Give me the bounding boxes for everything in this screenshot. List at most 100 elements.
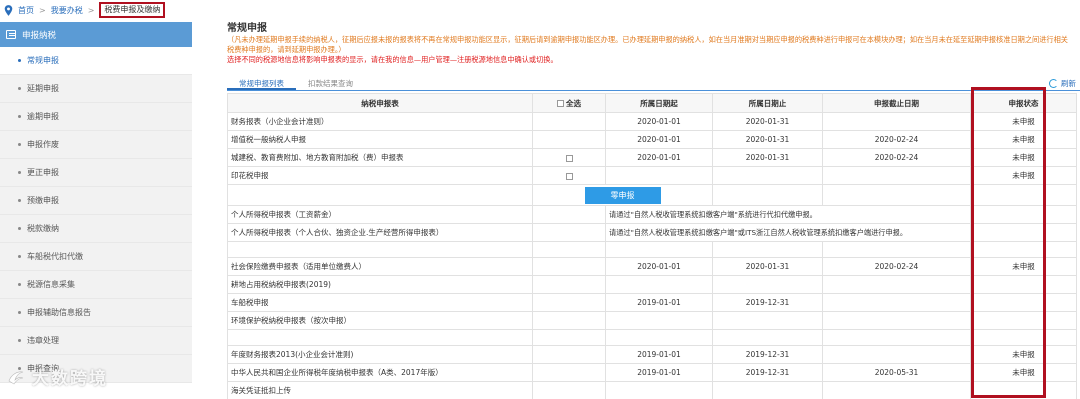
sidebar-header[interactable]: 申报纳税	[0, 22, 192, 47]
status-cell: 未申报	[970, 363, 1077, 382]
date-from	[605, 381, 713, 399]
table-row[interactable]: 印花税申报 未申报	[227, 166, 1077, 185]
breadcrumb-mine[interactable]: 我要办税	[51, 5, 83, 16]
date-from	[605, 311, 713, 330]
form-name[interactable]: 增值税一般纳税人申报	[227, 130, 533, 149]
location-pin-icon	[4, 4, 13, 16]
empty-cell	[605, 329, 713, 346]
empty-cell	[970, 223, 1077, 242]
row-checkbox[interactable]	[565, 172, 573, 180]
sidebar-item-correction-filing[interactable]: 更正申报	[0, 159, 192, 187]
table-row[interactable]: 个人所得税申报表（工资薪金） 请通过"自然人税收管理系统扣缴客户端"系统进行代扣…	[227, 205, 1077, 224]
bullet-icon	[18, 87, 21, 90]
table-row[interactable]: 中华人民共和国企业所得税年度纳税申报表（A类、2017年版） 2019-01-0…	[227, 363, 1077, 382]
watermark-text: 大数跨境	[32, 369, 108, 389]
bullet-icon	[18, 227, 21, 230]
form-name[interactable]: 财务报表（小企业会计准则）	[227, 112, 533, 131]
form-name[interactable]: 个人所得税申报表（个人合伙、独资企业.生产经营所得申报表）	[227, 223, 533, 242]
date-from: 2019-01-01	[605, 363, 713, 382]
sidebar-item-vehicle-tax[interactable]: 车船税代扣代缴	[0, 243, 192, 271]
table-row[interactable]: 海关凭证抵扣上传	[227, 381, 1077, 399]
form-name[interactable]: 个人所得税申报表（工资薪金）	[227, 205, 533, 224]
breadcrumb-home[interactable]: 首页	[18, 5, 34, 16]
date-from	[605, 275, 713, 294]
status-cell	[970, 293, 1077, 312]
table-row[interactable]: 增值税一般纳税人申报 2020-01-01 2020-01-31 2020-02…	[227, 130, 1077, 149]
bullet-icon	[18, 171, 21, 174]
sidebar-item-label: 申报作废	[27, 140, 59, 149]
tab-deduction-query[interactable]: 扣款结果查询	[296, 78, 365, 90]
date-to	[712, 275, 823, 294]
filing-table: 纳税申报表 全选 所属日期起 所属日期止 申报截止日期 申报状态 财务报表（小企…	[227, 93, 1077, 399]
status-cell: 未申报	[970, 166, 1077, 185]
row-checkbox[interactable]	[565, 154, 573, 162]
breadcrumb-separator: >	[39, 5, 46, 15]
sidebar-item-extended-filing[interactable]: 延期申报	[0, 75, 192, 103]
empty-cell	[532, 293, 606, 312]
date-to	[712, 381, 823, 399]
table-row[interactable]: 耕地占用税纳税申报表(2019)	[227, 275, 1077, 294]
empty-cell	[532, 311, 606, 330]
main-content: 常规申报 （凡未办理延期申报手续的纳税人，征期后应报未报的报表将不再在常规申报功…	[227, 22, 1080, 399]
form-name[interactable]: 印花税申报	[227, 166, 533, 185]
sidebar-item-violation[interactable]: 违章处理	[0, 327, 192, 355]
bullet-icon	[18, 255, 21, 258]
date-from: 2020-01-01	[605, 257, 713, 276]
sidebar-item-label: 预缴申报	[27, 196, 59, 205]
col-header-to: 所属日期止	[712, 93, 823, 113]
deadline	[822, 112, 971, 131]
notice-warning: 选择不同的税源地信息将影响申报表的显示，请在我的信息—用户管理—注册税源地信息中…	[227, 55, 558, 64]
bullet-icon	[18, 143, 21, 146]
deadline: 2020-02-24	[822, 130, 971, 149]
table-row[interactable]: 个人所得税申报表（个人合伙、独资企业.生产经营所得申报表） 请通过"自然人税收管…	[227, 223, 1077, 242]
refresh-button[interactable]: 刷新	[1049, 78, 1076, 89]
col-header-select-all[interactable]: 全选	[532, 93, 606, 113]
empty-cell	[970, 184, 1077, 206]
sidebar-item-tax-payment[interactable]: 税款缴纳	[0, 215, 192, 243]
bullet-icon	[18, 283, 21, 286]
zero-filing-button[interactable]: 零申报	[584, 186, 661, 204]
date-from: 2020-01-01	[605, 112, 713, 131]
list-icon	[6, 30, 16, 39]
table-row[interactable]: 年度财务报表2013(小企业会计准则) 2019-01-01 2019-12-3…	[227, 345, 1077, 364]
row-note: 请通过"自然人税收管理系统扣缴客户端"系统进行代扣代缴申报。	[605, 205, 971, 224]
form-name[interactable]: 城建税、教育费附加、地方教育附加税（费）申报表	[227, 148, 533, 167]
sidebar-item-tax-source[interactable]: 税源信息采集	[0, 271, 192, 299]
status-cell	[970, 275, 1077, 294]
table-row[interactable]: 车船税申报 2019-01-01 2019-12-31	[227, 293, 1077, 312]
sidebar: 申报纳税 常规申报 延期申报 逾期申报 申报作废 更正申报 预缴申报 税款缴纳 …	[0, 22, 192, 399]
table-row[interactable]: 城建税、教育费附加、地方教育附加税（费）申报表 2020-01-01 2020-…	[227, 148, 1077, 167]
breadcrumb: 首页 > 我要办税 > 税费申报及缴纳	[4, 2, 166, 18]
form-name[interactable]: 车船税申报	[227, 293, 533, 312]
bullet-icon	[18, 59, 21, 62]
form-name[interactable]: 中华人民共和国企业所得税年度纳税申报表（A类、2017年版）	[227, 363, 533, 382]
form-name[interactable]: 海关凭证抵扣上传	[227, 381, 533, 399]
checkbox-cell	[532, 130, 606, 149]
empty-cell	[712, 184, 823, 206]
sidebar-item-aux-report[interactable]: 申报辅助信息报告	[0, 299, 192, 327]
empty-cell	[970, 329, 1077, 346]
bullet-icon	[18, 311, 21, 314]
sidebar-item-void-filing[interactable]: 申报作废	[0, 131, 192, 159]
table-row[interactable]: 环境保护税纳税申报表（按次申报）	[227, 311, 1077, 330]
sidebar-item-label: 车船税代扣代缴	[27, 252, 83, 261]
table-row[interactable]: 财务报表（小企业会计准则） 2020-01-01 2020-01-31 未申报	[227, 112, 1077, 131]
sidebar-item-label: 常规申报	[27, 56, 59, 65]
form-name[interactable]: 年度财务报表2013(小企业会计准则)	[227, 345, 533, 364]
empty-cell	[227, 329, 533, 346]
date-to: 2019-12-31	[712, 345, 823, 364]
date-from: 2020-01-01	[605, 130, 713, 149]
form-name[interactable]: 耕地占用税纳税申报表(2019)	[227, 275, 533, 294]
col-header-from: 所属日期起	[605, 93, 713, 113]
sidebar-item-overdue-filing[interactable]: 逾期申报	[0, 103, 192, 131]
sidebar-item-prepay-filing[interactable]: 预缴申报	[0, 187, 192, 215]
status-cell	[970, 381, 1077, 399]
sidebar-item-regular-filing[interactable]: 常规申报	[0, 47, 192, 75]
tab-regular-list[interactable]: 常规申报列表	[227, 78, 296, 90]
table-row[interactable]: 社会保险缴费申报表（适用单位缴费人） 2020-01-01 2020-01-31…	[227, 257, 1077, 276]
select-all-checkbox[interactable]	[557, 100, 564, 107]
form-name[interactable]: 环境保护税纳税申报表（按次申报）	[227, 311, 533, 330]
form-name[interactable]: 社会保险缴费申报表（适用单位缴费人）	[227, 257, 533, 276]
status-cell: 未申报	[970, 130, 1077, 149]
bullet-icon	[18, 115, 21, 118]
